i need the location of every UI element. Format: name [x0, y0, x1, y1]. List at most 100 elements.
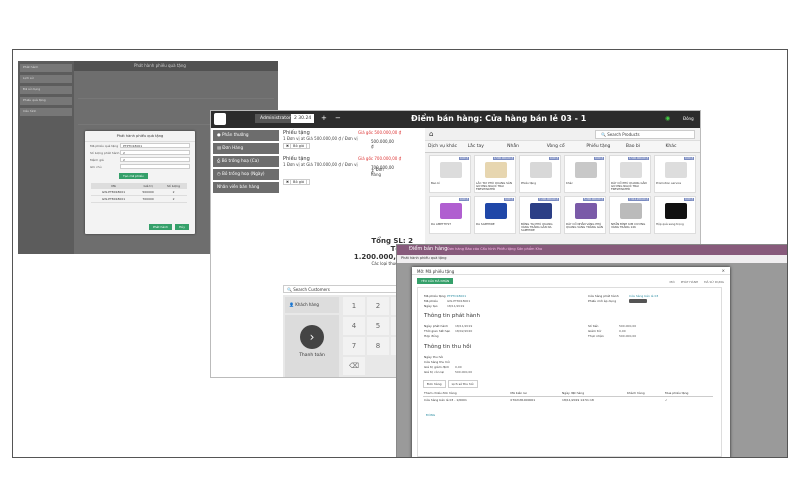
product-card[interactable]: 0,00 ₫ Hộp quà sang trọng	[654, 196, 696, 234]
product-card[interactable]: 0,00 ₫ Khác	[564, 155, 606, 193]
quantity-field[interactable]: 2	[120, 150, 190, 155]
sidebar-item[interactable]: Phiếu quà tặng	[20, 97, 72, 105]
payment-button[interactable]: › Thanh toán	[285, 315, 339, 377]
close-button[interactable]: Đóng	[683, 116, 694, 121]
table-row[interactable]: Cửa hàng bán lẻ 03 - 1/0001 070218100000…	[423, 397, 713, 404]
sidebar-item[interactable]: Phát hành	[20, 64, 72, 72]
price-tag: 0,00 ₫	[504, 198, 514, 201]
category-tab[interactable]: Lắc tay	[465, 141, 505, 152]
field-value: 18/11/2019	[446, 304, 465, 308]
field-value[interactable]: PTPTO18001	[447, 294, 466, 298]
product-card[interactable]: 4.500.000,00 ₫ DÂY CỔ PHÚ QUANG GẮN GƯƠNG…	[609, 155, 651, 193]
customer-button[interactable]: 👤 Khách hàng	[285, 297, 339, 313]
category-tab[interactable]: Khác	[662, 141, 700, 152]
menu-rewards[interactable]: ● Phần thưởng	[213, 130, 279, 141]
value-field[interactable]: 2	[120, 157, 190, 162]
remove-price-button[interactable]: ✖ Bỏ giá	[283, 179, 311, 185]
pos-title: Điểm bán hàng: Cửa hàng bán lẻ 03 - 1	[411, 114, 587, 123]
price-tag: 0,00 ₫	[459, 157, 469, 160]
product-card[interactable]: 7.200.000,00 ₫ BÔNG TAI PHÚ QUANG VÀNG TR…	[519, 196, 561, 234]
product-image	[485, 162, 507, 178]
form-field: Cửa hàng thu hồi	[424, 360, 454, 364]
tab-orders[interactable]: Đơn hàng	[423, 380, 446, 388]
order-tab[interactable]: 2 30.24	[291, 114, 315, 123]
product-image	[620, 162, 642, 178]
product-image	[620, 203, 642, 219]
breadcrumb[interactable]: Phát hành phiếu quà tặng	[397, 255, 787, 263]
close-icon[interactable]: ×	[722, 268, 725, 273]
home-icon[interactable]: ⌂	[429, 130, 433, 138]
product-card[interactable]: 0,00 ₫ DA SAPPHIRE	[474, 196, 516, 234]
dialog-title: Phát hành phiếu quà tặng	[85, 131, 195, 142]
pos-menu: ● Phần thưởng ▤ Đơn Hàng ⎙ Bỏ trống hoạ …	[211, 128, 281, 195]
key[interactable]: ⌫	[343, 357, 365, 375]
product-card[interactable]: 0,00 ₫ Bao bì	[429, 155, 471, 193]
key[interactable]: 8	[367, 337, 389, 355]
remove-price-button[interactable]: ✖ Bỏ giá	[283, 143, 311, 149]
product-card[interactable]: 4.500.000,00 ₫ LẮC TAY PHÚ QUANG SẢN GƯƠN…	[474, 155, 516, 193]
product-header: ⌂ 🔍 Search Products	[425, 128, 700, 141]
sidebar-item[interactable]: Cấu hình	[20, 108, 72, 116]
price-tag: 0,00 ₫	[549, 157, 559, 160]
product-card[interactable]: 0,00 ₫ DA AMETHYST	[429, 196, 471, 234]
field-label: Số tiền	[588, 324, 599, 328]
menu-report-shift[interactable]: ⎙ Bỏ trống hoạ (Ca)	[213, 156, 279, 167]
key[interactable]: 2	[367, 297, 389, 315]
product-card[interactable]: 0,00 ₫ Promotion service	[654, 155, 696, 193]
category-tab[interactable]: Dịch vụ khác	[425, 141, 465, 152]
form-sheet: Mã phiếu tặng PTPTO18001 Mã phiếu GW-PT8…	[417, 287, 722, 457]
form-field: Mã phiếu GW-PT8018001	[424, 299, 470, 303]
order-line[interactable]: Phiếu tặng Giá gốc 700.000,00 ₫ 1 Đơn vị…	[283, 156, 401, 185]
price-tag: 4.500.000,00 ₫	[492, 157, 514, 160]
product-card[interactable]: 0,00 ₫ Phiếu tặng	[519, 155, 561, 193]
field-value: 0,00	[454, 365, 462, 369]
button-label: Bỏ giá	[290, 143, 308, 149]
sidebar-item[interactable]: Lịch sử	[20, 75, 72, 83]
field-value[interactable]: Cửa hàng bán lẻ 03	[629, 294, 658, 298]
remove-order-button[interactable]: −	[335, 114, 341, 122]
category-tab[interactable]: Vòng cổ	[544, 141, 584, 152]
voucher-code-field[interactable]: PTPTO18001	[120, 143, 190, 148]
cancel-button[interactable]: Hủy	[175, 224, 189, 230]
key[interactable]: 4	[343, 317, 365, 335]
line-value: 500.000,00 ₫	[371, 139, 394, 149]
form-field: Cửa hàng phát hành Cửa hàng bán lẻ 03	[588, 294, 658, 298]
product-card[interactable]: 7.914.200,00 ₫ NHẪN ĐÍNH KIM CƯƠNG VÀNG T…	[609, 196, 651, 234]
key[interactable]: 7	[343, 337, 365, 355]
numpad: 👤 Khách hàng ›Thanh toán 1 2 3 4 5 6 7 8…	[283, 295, 411, 377]
form-field: Thời gian hết hạn 18/02/2020	[424, 329, 472, 333]
issue-button[interactable]: Phát hành	[148, 224, 173, 230]
add-order-button[interactable]: +	[321, 114, 327, 122]
note-field[interactable]	[120, 164, 190, 169]
tab-recall-history[interactable]: Lịch sử thu hồi	[447, 380, 478, 388]
close-button[interactable]: ĐÓNG	[426, 413, 435, 417]
menu-salesperson[interactable]: Nhân viên bán hàng	[213, 182, 279, 193]
customer-search-input[interactable]: 🔍 Search Customers	[283, 285, 411, 293]
product-search-input[interactable]: 🔍 Search Products	[595, 130, 695, 139]
order-line[interactable]: Phiếu tặng Giá gốc 500.000,00 ₫ 1 Đơn vị…	[283, 130, 401, 149]
category-tab[interactable]: Phiếu tặng	[583, 141, 623, 152]
category-tab[interactable]: Bao bì	[623, 141, 663, 152]
menu-orders[interactable]: ▤ Đơn Hàng	[213, 143, 279, 154]
category-tab[interactable]: Nhẫn	[504, 141, 544, 152]
modal-header: Mở: Mã phiếu tặng ×	[412, 267, 730, 275]
top-menu[interactable]: Đơn hàng Báo cáo Cấu hình Phiếu tặng Sản…	[447, 247, 542, 251]
key[interactable]: 5	[367, 317, 389, 335]
table-row[interactable]: GW-PT8018001 700000 2	[91, 195, 187, 203]
user-button[interactable]: Administrator	[255, 114, 296, 123]
product-name: DA SAPPHIRE	[476, 222, 495, 226]
menu-label: Đơn Hàng	[222, 145, 244, 150]
price-tag: 4.500.000,00 ₫	[627, 157, 649, 160]
confirm-button[interactable]: YÊU CẦU ĐÃ NHẬN	[417, 278, 454, 284]
menu-report-day[interactable]: ◷ Bỏ trống hoạ (Ngày)	[213, 169, 279, 180]
generate-button[interactable]: Tạo mã phiếu	[119, 173, 148, 179]
field-label: Số lượng phát hành	[90, 150, 120, 155]
product-card[interactable]: 5.200.000,00 ₫ DÂY CỔ NHẪN VÀNG PHÚ QUANG…	[564, 196, 606, 234]
status-badge: Phiếu Mới	[628, 299, 648, 303]
dialog-footer: Phát hành Hủy	[148, 224, 189, 230]
field-label: Giảm trừ	[588, 329, 602, 333]
product-name: Phiếu tặng	[521, 181, 536, 185]
key[interactable]: 1	[343, 297, 365, 315]
sidebar-item[interactable]: Đã sử dụng	[20, 86, 72, 94]
status-bar: Mới PHÁT HÀNH ĐÃ SỬ DỤNG	[669, 280, 724, 284]
